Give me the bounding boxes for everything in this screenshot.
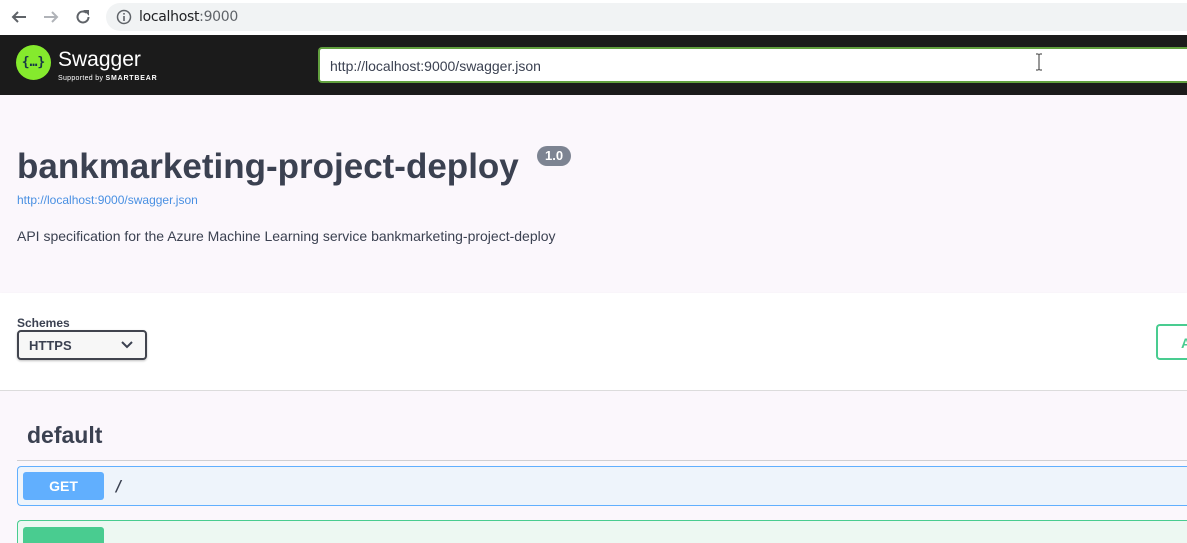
api-title: bankmarketing-project-deploy [17,147,519,186]
api-description: API specification for the Azure Machine … [17,228,556,244]
chevron-down-icon [121,341,133,349]
url-host: localhost [139,9,200,25]
forward-button[interactable] [40,6,62,28]
address-text[interactable]: localhost:9000 [139,9,238,25]
logo-subtitle: Supported by SMARTBEAR [58,75,157,82]
info-section: bankmarketing-project-deploy 1.0 http://… [0,95,1187,293]
method-badge-post [23,527,104,543]
text-cursor-icon [1036,53,1042,71]
url-port: :9000 [199,9,239,25]
spec-url-input[interactable]: http://localhost:9000/swagger.json [318,47,1187,83]
spec-link[interactable]: http://localhost:9000/swagger.json [17,193,198,207]
info-icon[interactable] [116,9,132,25]
reload-button[interactable] [72,6,94,28]
method-badge-get: GET [23,472,104,500]
logo-sub-prefix: Supported by [58,75,104,82]
swagger-logo-icon: {…} [16,45,51,80]
scheme-select[interactable]: HTTPS [17,330,147,360]
logo-title: Swagger [58,48,141,71]
operation-path: / [114,477,124,495]
address-bar[interactable]: localhost:9000 [106,3,1187,31]
schemes-label: Schemes [17,316,70,330]
back-button[interactable] [8,6,30,28]
opblock-get[interactable]: GET / [17,466,1187,506]
authorize-button[interactable]: A [1156,324,1187,360]
tag-default-header[interactable]: default [17,414,1187,461]
version-badge: 1.0 [537,146,572,166]
browser-toolbar: localhost:9000 [0,0,1187,35]
schemes-container: Schemes HTTPS A [0,293,1187,391]
tag-name: default [27,422,103,448]
logo-sub-brand: SMARTBEAR [105,75,158,82]
opblock-post[interactable] [17,520,1187,543]
swagger-topbar: {…} Swagger Supported by SMARTBEAR http:… [0,35,1187,95]
operations-section: default GET / [0,391,1187,543]
scheme-selected-value: HTTPS [29,338,72,353]
reload-icon [76,10,90,24]
arrow-left-icon [11,11,26,23]
swagger-logo[interactable]: {…} Swagger Supported by SMARTBEAR [16,45,176,85]
arrow-right-icon [44,11,59,23]
